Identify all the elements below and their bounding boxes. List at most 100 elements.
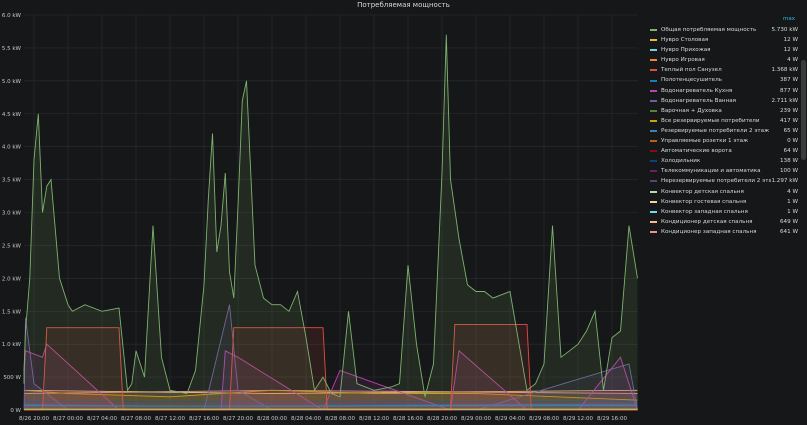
legend-series-name: Нувро Столовая [661,37,709,44]
legend-series-value: 1.368 kW [771,67,798,74]
legend-item[interactable]: Нувро Игровая 4 W [650,55,798,65]
x-tick-label: 8/28 00:00 [257,416,287,422]
legend-item[interactable]: Конвектор детская спальня 4 W [650,187,798,197]
legend-swatch [650,59,657,62]
legend-item[interactable]: Общая потребляемая мощность 5.730 kW [650,25,798,35]
x-tick-label: 8/26 20:00 [19,416,49,422]
legend-series-value: 64 W [783,148,798,155]
legend-series-name: Все резервируемые потребители [661,117,760,124]
legend-item[interactable]: Кондиционер западная спальня 641 W [650,227,798,237]
legend-item[interactable]: Управляемые розетки 1 этаж 0 W [650,136,798,146]
legend-item[interactable]: Теплый пол Санузел 1.368 kW [650,65,798,75]
legend-swatch [650,109,657,112]
legend-series-name: Водонагреватель Кухня [661,87,733,94]
legend-swatch [650,89,657,92]
x-tick-label: 8/28 04:00 [291,416,321,422]
y-tick-label: 1.0 kW [2,342,22,348]
legend-series-name: Конвектор западная спальня [661,208,748,215]
legend-swatch [650,99,657,102]
legend-series-value: 417 W [780,117,798,124]
y-tick-label: 4.5 kW [2,112,22,118]
legend-swatch [650,150,657,153]
legend-series-name: Нувро Прихожая [661,47,711,54]
legend-series-value: 5.730 kW [771,27,798,33]
legend-swatch [650,119,657,122]
y-tick-label: 5.0 kW [2,79,22,85]
legend-series-name: Конвектор гостевая спальня [661,198,747,205]
legend-item[interactable]: Водонагреватель Кухня 877 W [650,86,798,96]
x-tick-label: 8/27 04:00 [87,416,117,422]
legend-swatch [650,29,657,32]
legend-series-value: 239 W [780,107,798,114]
legend-swatch [650,39,657,42]
legend-series-name: Управляемые розетки 1 этаж [661,138,749,145]
legend-swatch [650,160,657,163]
legend-series-name: Телекоммуникации и автоматика [661,168,761,175]
legend-series-value: 100 W [780,168,798,175]
legend-series-name: Холодильник [661,158,701,165]
legend-item[interactable]: Полотенцесушитель 387 W [650,75,798,85]
legend-series-value: 649 W [780,218,798,225]
legend-series-name: Кондиционер западная спальня [661,228,757,235]
legend-series-value: 2.711 kW [771,97,798,104]
x-tick-label: 8/29 00:00 [461,416,491,422]
legend-series-value: 1 W [787,198,798,205]
legend-item[interactable]: Автоматические ворота 64 W [650,146,798,156]
chart-panel: Потребляемая мощность max 0 W 500 W 1.0 kW… [0,0,807,425]
legend-item[interactable]: Нувро Столовая 12 W [650,35,798,45]
legend-series-name: Нерезервируемые потребители 2 этаж [661,178,772,185]
legend-item[interactable]: Холодильник 138 W [650,156,798,166]
legend-series-name: Кондиционер детская спальня [661,218,753,225]
x-tick-label: 8/28 12:00 [359,416,389,422]
x-tick-label: 8/27 00:00 [53,416,83,422]
y-tick-label: 5.5 kW [2,46,22,52]
legend-swatch [650,220,657,223]
legend-swatch [650,170,657,173]
legend-series-value: 12 W [783,37,798,44]
x-tick-label: 8/28 08:00 [325,416,355,422]
legend-item[interactable]: Телекоммуникации и автоматика 100 W [650,166,798,176]
legend-series-value: 1.297 kW [771,178,798,185]
legend-series-value: 877 W [780,87,798,94]
legend: Общая потребляемая мощность 5.730 kW Нувро… [650,25,798,237]
legend-item[interactable]: Конвектор гостевая спальня 1 W [650,197,798,207]
series-0-area [24,34,638,411]
x-tick-label: 8/29 16:00 [597,416,627,422]
legend-swatch [650,69,657,72]
legend-series-value: 4 W [787,57,798,64]
x-tick-label: 8/27 12:00 [155,416,185,422]
x-tick-label: 8/29 04:00 [495,416,525,422]
legend-item[interactable]: Варочная + Духовка 239 W [650,106,798,116]
legend-item[interactable]: Водонагреватель Ванная 2.711 kW [650,96,798,106]
legend-item[interactable]: Конвектор западная спальня 1 W [650,207,798,217]
legend-swatch [650,200,657,203]
legend-swatch [650,49,657,52]
legend-series-name: Водонагреватель Ванная [661,97,737,104]
x-tick-label: 8/27 08:00 [121,416,151,422]
legend-series-value: 138 W [780,158,798,165]
x-tick-label: 8/27 16:00 [189,416,219,422]
legend-item[interactable]: Нувро Прихожая 12 W [650,45,798,55]
legend-series-value: 1 W [787,208,798,215]
y-tick-label: 1.5 kW [2,309,22,315]
legend-series-value: 4 W [787,188,798,195]
legend-series-name: Полотенцесушитель [661,77,722,84]
legend-series-value: 0 W [787,138,798,145]
legend-swatch [650,79,657,82]
legend-swatch [650,210,657,213]
y-tick-label: 2.0 kW [2,276,22,282]
legend-scrollbar[interactable] [801,60,806,160]
legend-item[interactable]: Все резервируемые потребители 417 W [650,116,798,126]
legend-series-name: Конвектор детская спальня [661,188,744,195]
y-tick-label: 500 W [3,375,21,381]
y-tick-label: 6.0 kW [2,13,22,19]
legend-series-name: Нувро Игровая [661,57,705,64]
y-tick-label: 4.0 kW [2,145,22,151]
legend-series-name: Резервируемые потребители 2 этаж [661,127,770,134]
legend-series-name: Теплый пол Санузел [661,67,722,74]
legend-series-value: 12 W [783,47,798,54]
legend-item[interactable]: Нерезервируемые потребители 2 этаж 1.297 … [650,176,798,186]
legend-item[interactable]: Резервируемые потребители 2 этаж 65 W [650,126,798,136]
legend-series-name: Общая потребляемая мощность [661,27,757,33]
legend-item[interactable]: Кондиционер детская спальня 649 W [650,217,798,227]
